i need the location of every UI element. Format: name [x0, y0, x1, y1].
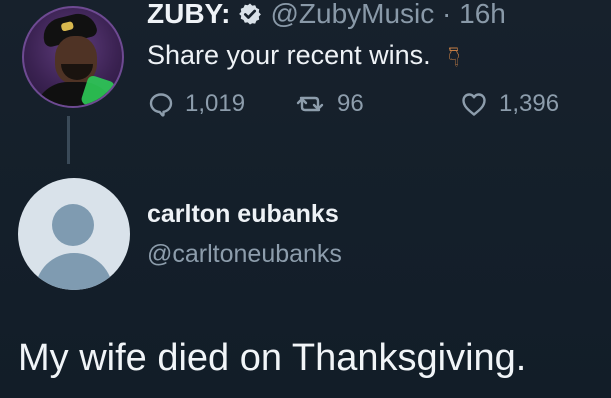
reply-button[interactable]: 1,019 [147, 90, 245, 118]
default-avatar-body [35, 253, 113, 290]
backhand-index-pointing-down-icon: 👇︎ [448, 41, 461, 72]
tweet-display-name[interactable]: ZUBY: [147, 0, 230, 30]
tweet-header: ZUBY: @ZubyMusic · 16h [147, 0, 506, 30]
verified-icon [238, 2, 262, 26]
retweet-button[interactable]: 96 [293, 90, 364, 118]
tweet-actions: 1,019 96 1,396 [147, 90, 577, 124]
reply-display-name[interactable]: carlton eubanks [147, 200, 339, 229]
reply-text: My wife died on Thanksgiving. [18, 337, 527, 379]
tweet-text: Share your recent wins. [147, 40, 431, 70]
heart-icon [459, 90, 489, 118]
reply-count: 1,019 [185, 90, 246, 117]
thread-line [67, 116, 70, 164]
tweet-handle-time: @ZubyMusic · 16h [270, 0, 506, 29]
like-count: 1,396 [499, 90, 560, 117]
carlton-avatar[interactable] [18, 178, 130, 290]
reply-handle[interactable]: @carltoneubanks [147, 240, 342, 269]
default-avatar-head [52, 204, 94, 246]
like-button[interactable]: 1,396 [459, 90, 559, 118]
tweet-thread-screenshot: ZUBY: @ZubyMusic · 16h Share your recent… [0, 0, 611, 398]
retweet-count: 96 [337, 90, 364, 117]
zuby-avatar[interactable] [22, 6, 124, 108]
reply-icon [147, 90, 175, 118]
tweet-text-row: Share your recent wins. 👇︎ [147, 39, 460, 72]
retweet-icon [293, 90, 327, 118]
